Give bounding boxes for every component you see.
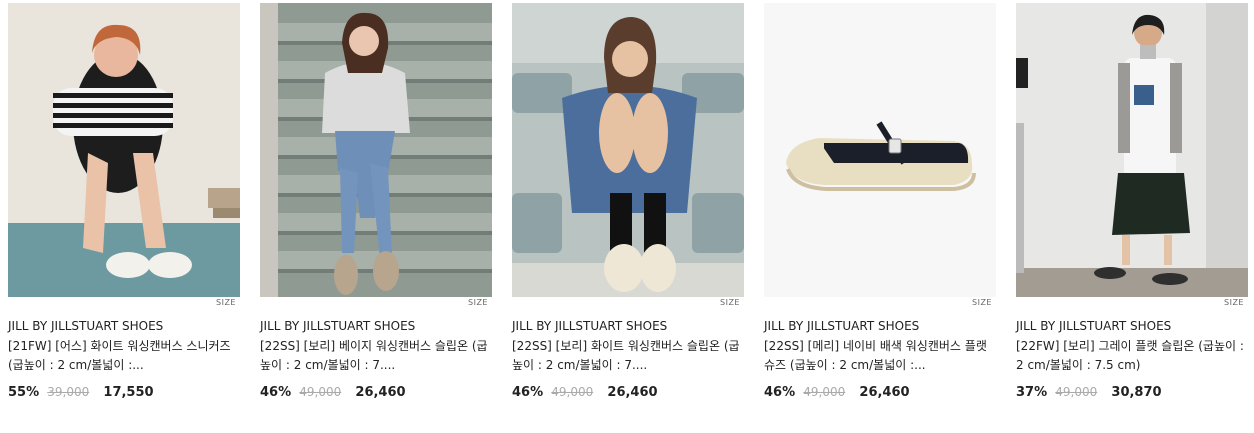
product-name[interactable]: [22SS] [보리] 화이트 워싱캔버스 슬립온 (굽높이 : 2 cm/볼넓… <box>512 337 744 375</box>
sale-price: 30,870 <box>1111 385 1162 400</box>
product-photo <box>764 3 996 297</box>
sale-price: 26,460 <box>607 385 658 400</box>
product-photo <box>512 3 744 297</box>
product-card[interactable]: SIZE JILL BY JILLSTUART SHOES [22SS] [보리… <box>512 3 744 413</box>
product-brand[interactable]: JILL BY JILLSTUART SHOES <box>8 319 163 333</box>
product-image-link[interactable] <box>1016 3 1248 297</box>
original-price: 49,000 <box>1055 385 1098 399</box>
price-row: 46% 49,000 26,460 <box>260 385 406 400</box>
price-row: 46% 49,000 26,460 <box>512 385 658 400</box>
product-name[interactable]: [22SS] [메리] 네이비 배색 워싱캔버스 플랫슈즈 (굽높이 : 2 c… <box>764 337 996 375</box>
product-image-link[interactable] <box>260 3 492 297</box>
size-label: SIZE <box>720 298 740 307</box>
size-label: SIZE <box>216 298 236 307</box>
sale-price: 26,460 <box>859 385 910 400</box>
product-name[interactable]: [22SS] [보리] 베이지 워싱캔버스 슬립온 (굽높이 : 2 cm/볼넓… <box>260 337 492 375</box>
discount-rate: 37% <box>1016 385 1048 400</box>
product-photo <box>1016 3 1248 297</box>
size-label: SIZE <box>1224 298 1244 307</box>
product-image-link[interactable] <box>8 3 240 297</box>
price-row: 37% 49,000 30,870 <box>1016 385 1162 400</box>
product-photo <box>8 3 240 297</box>
price-row: 55% 39,000 17,550 <box>8 385 154 400</box>
price-row: 46% 49,000 26,460 <box>764 385 910 400</box>
size-label: SIZE <box>468 298 488 307</box>
size-label: SIZE <box>972 298 992 307</box>
product-photo <box>260 3 492 297</box>
product-brand[interactable]: JILL BY JILLSTUART SHOES <box>764 319 919 333</box>
original-price: 49,000 <box>551 385 594 399</box>
original-price: 49,000 <box>299 385 342 399</box>
discount-rate: 46% <box>512 385 544 400</box>
product-grid: SIZE JILL BY JILLSTUART SHOES [21FW] [어스… <box>8 3 1248 423</box>
sale-price: 17,550 <box>103 385 154 400</box>
product-brand[interactable]: JILL BY JILLSTUART SHOES <box>512 319 667 333</box>
product-card[interactable]: SIZE JILL BY JILLSTUART SHOES [22FW] [보리… <box>1016 3 1248 413</box>
discount-rate: 46% <box>260 385 292 400</box>
product-image-link[interactable] <box>764 3 996 297</box>
product-brand[interactable]: JILL BY JILLSTUART SHOES <box>1016 319 1171 333</box>
product-brand[interactable]: JILL BY JILLSTUART SHOES <box>260 319 415 333</box>
product-card[interactable]: SIZE JILL BY JILLSTUART SHOES [21FW] [어스… <box>8 3 240 413</box>
product-card[interactable]: SIZE JILL BY JILLSTUART SHOES [22SS] [메리… <box>764 3 996 413</box>
sale-price: 26,460 <box>355 385 406 400</box>
original-price: 49,000 <box>803 385 846 399</box>
discount-rate: 55% <box>8 385 40 400</box>
product-card[interactable]: SIZE JILL BY JILLSTUART SHOES [22SS] [보리… <box>260 3 492 413</box>
discount-rate: 46% <box>764 385 796 400</box>
product-name[interactable]: [21FW] [어스] 화이트 워싱캔버스 스니커즈 (굽높이 : 2 cm/볼… <box>8 337 240 375</box>
original-price: 39,000 <box>47 385 90 399</box>
product-image-link[interactable] <box>512 3 744 297</box>
product-name[interactable]: [22FW] [보리] 그레이 플랫 슬립온 (굽높이 : 2 cm/볼넓이 :… <box>1016 337 1248 375</box>
